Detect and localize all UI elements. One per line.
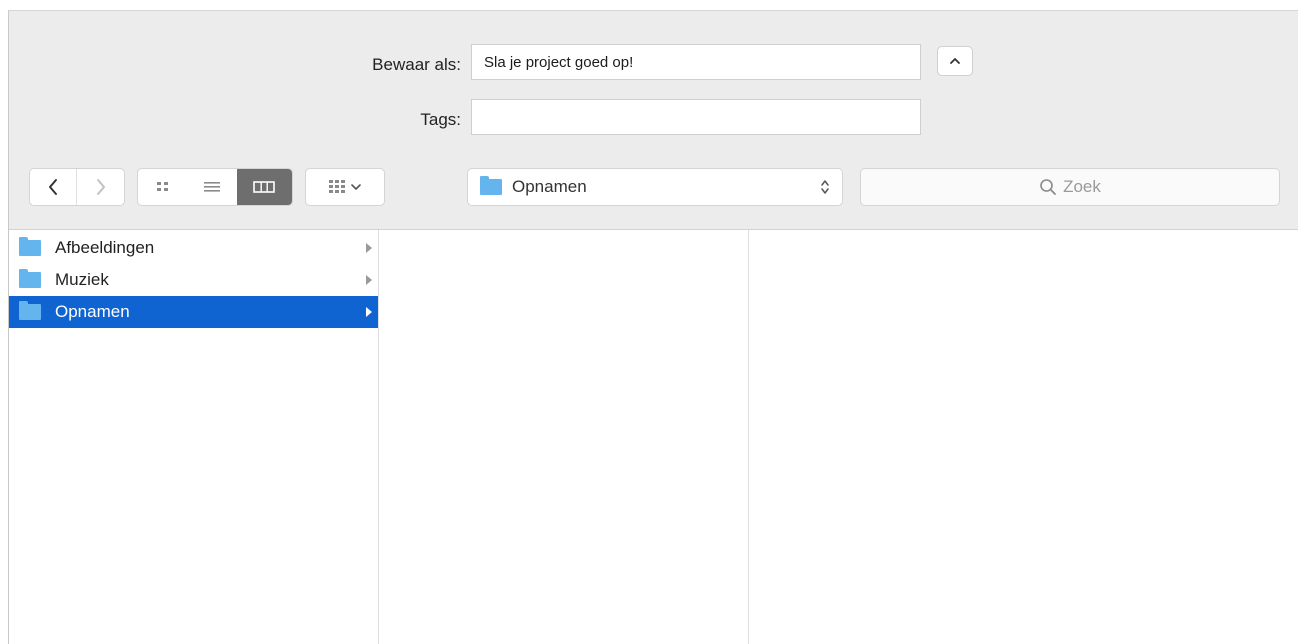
tags-label: Tags:: [420, 110, 461, 129]
save-panel-header: Bewaar als: Tags:: [9, 11, 1298, 230]
list-item-label: Muziek: [55, 270, 109, 289]
save-as-input[interactable]: [471, 44, 921, 80]
chevron-left-icon: [49, 179, 57, 195]
up-down-arrows-icon: [821, 180, 829, 194]
navigation-buttons: [29, 168, 125, 206]
browser-column-2: [379, 230, 749, 644]
chevron-up-icon: [950, 58, 960, 64]
list-item-afbeeldingen[interactable]: Afbeeldingen: [9, 232, 378, 264]
disclosure-arrow-icon: [366, 307, 372, 317]
folder-icon: [19, 237, 41, 256]
icon-view-button[interactable]: [138, 169, 187, 205]
search-field[interactable]: Zoek: [860, 168, 1280, 206]
chevron-down-icon: [351, 184, 361, 190]
group-menu-button[interactable]: [305, 168, 385, 206]
search-placeholder: Zoek: [1063, 177, 1101, 196]
list-item-label: Afbeeldingen: [55, 238, 155, 257]
column-browser: Afbeeldingen Muziek Opnamen: [9, 230, 1298, 644]
expand-button[interactable]: [937, 46, 973, 76]
icon-view-icon: [156, 182, 168, 191]
column-view-button[interactable]: [236, 169, 292, 205]
chevron-right-icon: [96, 179, 105, 195]
forward-button[interactable]: [77, 169, 124, 205]
list-view-icon: [204, 182, 221, 192]
tags-input[interactable]: [471, 99, 921, 135]
folder-icon: [19, 301, 41, 320]
browser-column-3: [749, 230, 1298, 644]
location-label: Opnamen: [512, 177, 587, 196]
column-view-icon: [253, 181, 276, 193]
folder-icon: [19, 269, 41, 288]
save-dialog: Bewaar als: Tags:: [8, 10, 1298, 644]
folder-icon: [480, 176, 502, 195]
browser-column-1: Afbeeldingen Muziek Opnamen: [9, 230, 379, 644]
list-item-label: Opnamen: [55, 302, 130, 321]
back-button[interactable]: [30, 169, 78, 205]
list-item-muziek[interactable]: Muziek: [9, 264, 378, 296]
disclosure-arrow-icon: [366, 243, 372, 253]
location-popup[interactable]: Opnamen: [467, 168, 843, 206]
list-item-opnamen[interactable]: Opnamen: [9, 296, 378, 328]
save-as-label: Bewaar als:: [372, 55, 461, 74]
list-view-button[interactable]: [187, 169, 236, 205]
disclosure-arrow-icon: [366, 275, 372, 285]
grid-icon: [329, 180, 345, 193]
search-icon: [1040, 179, 1056, 195]
group-menu-content: [306, 169, 384, 205]
view-mode-control: [137, 168, 293, 206]
